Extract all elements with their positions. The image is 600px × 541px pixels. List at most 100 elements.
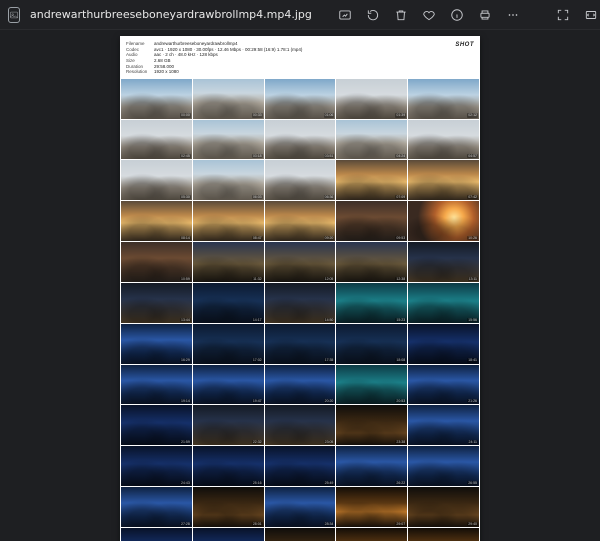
thumbnail: 12:05 — [265, 242, 336, 282]
thumbnail: 23:05 — [265, 405, 336, 445]
thumbnail: 03:18 — [193, 120, 264, 160]
thumbnail: 12:38 — [336, 242, 407, 282]
thumbnail: 24:43 — [121, 446, 192, 486]
thumbnail: 25:49 — [265, 446, 336, 486]
delete-button[interactable] — [388, 2, 414, 28]
thumbnail-timecode: 10:59 — [180, 277, 191, 281]
thumbnail: 15:23 — [336, 283, 407, 323]
thumbnail-timecode: 25:49 — [324, 481, 335, 485]
thumbnail: 11:32 — [193, 242, 264, 282]
fullscreen-button[interactable] — [550, 2, 576, 28]
thumbnail-timecode: 17:35 — [324, 358, 335, 362]
thumbnail: 04:57 — [408, 120, 479, 160]
toolbar-view-group: 40% — [550, 2, 600, 28]
print-button[interactable] — [472, 2, 498, 28]
thumbnail-timecode: 18:08 — [395, 358, 406, 362]
thumbnail: 14:17 — [193, 283, 264, 323]
thumbnail-timecode: 25:16 — [252, 481, 263, 485]
thumbnail: 20:20 — [265, 365, 336, 405]
thumbnail: 09:53 — [336, 201, 407, 241]
thumbnail-timecode: 24:11 — [468, 440, 479, 444]
thumbnail-timecode: 29:40 — [467, 522, 478, 526]
thumbnail-timecode: 28:34 — [324, 522, 335, 526]
thumbnail: 28:01 — [193, 487, 264, 527]
thumbnail: 02:12 — [408, 79, 479, 119]
thumbnail: 22:32 — [193, 405, 264, 445]
thumbnail-timecode: 22:32 — [252, 440, 263, 444]
thumbnail-timecode: 21:26 — [467, 399, 478, 403]
thumbnail: 29:40 — [408, 487, 479, 527]
thumbnail: 18:41 — [408, 324, 479, 364]
thumbnail: 14:50 — [265, 283, 336, 323]
thumbnail-timecode: 06:36 — [324, 195, 335, 199]
thumbnail-timecode: 19:47 — [252, 399, 263, 403]
thumbnail: 15:56 — [408, 283, 479, 323]
fit-button[interactable] — [578, 2, 600, 28]
viewport[interactable]: Filenameandrewarthurbreeseboneyardrawbro… — [0, 30, 600, 541]
thumbnail-timecode: 02:12 — [467, 113, 478, 117]
thumbnail-timecode: 08:47 — [252, 236, 263, 240]
info-button[interactable] — [444, 2, 470, 28]
thumbnail: 00:00 — [121, 79, 192, 119]
thumbnail: 25:16 — [193, 446, 264, 486]
thumbnail-timecode: 12:05 — [324, 277, 335, 281]
thumbnail: 29:07 — [336, 487, 407, 527]
meta-row: Resolution1920 x 1080 — [126, 69, 449, 75]
thumbnail-timecode: 10:26 — [467, 236, 478, 240]
favorite-button[interactable] — [416, 2, 442, 28]
thumbnail-timecode: 04:57 — [467, 154, 478, 158]
thumbnail-timecode: 08:14 — [180, 236, 191, 240]
thumbnail: 19:14 — [121, 365, 192, 405]
filename: andrewarthurbreeseboneyardrawbrollmp4.mp… — [30, 8, 312, 21]
thumbnail-timecode: 11:32 — [252, 277, 263, 281]
thumbnail-timecode: 07:42 — [467, 195, 478, 199]
thumbnail: 26:55 — [408, 446, 479, 486]
meta-key: Resolution — [126, 69, 150, 75]
thumbnail-timecode: 00:33 — [252, 113, 263, 117]
thumbnail: 00:33 — [193, 79, 264, 119]
contact-sheet: Filenameandrewarthurbreeseboneyardrawbro… — [120, 36, 480, 541]
thumbnail-timecode: 14:50 — [324, 318, 335, 322]
thumbnail: 02:45 — [121, 120, 192, 160]
thumbnail-timecode: 29:07 — [395, 522, 406, 526]
rotate-button[interactable] — [360, 2, 386, 28]
thumbnail-timecode: 21:59 — [180, 440, 191, 444]
app-icon — [8, 7, 20, 23]
thumbnail: 29:58 — [408, 528, 479, 541]
thumbnail: 21:26 — [408, 365, 479, 405]
thumbnail-timecode: 23:38 — [395, 440, 406, 444]
thumbnail-timecode: 03:18 — [252, 154, 263, 158]
thumbnail: 21:59 — [121, 405, 192, 445]
meta-block: Filenameandrewarthurbreeseboneyardrawbro… — [126, 41, 449, 75]
thumbnail: 24:11 — [408, 405, 479, 445]
thumbnail-timecode: 13:44 — [180, 318, 191, 322]
thumbnail: 05:30 — [121, 160, 192, 200]
thumbnail-timecode: 07:09 — [395, 195, 406, 199]
thumbnail: 16:29 — [121, 324, 192, 364]
thumbnail-timecode: 16:29 — [180, 358, 191, 362]
thumbnail-timecode: 15:56 — [467, 318, 478, 322]
thumbnail: 08:14 — [121, 201, 192, 241]
thumbnail-timecode: 04:24 — [395, 154, 406, 158]
toolbar-edit-group — [332, 2, 526, 28]
more-button[interactable] — [500, 2, 526, 28]
thumbnail-timecode: 03:51 — [324, 154, 335, 158]
edit-image-button[interactable] — [332, 2, 358, 28]
thumbnail: 29:52 — [265, 528, 336, 541]
thumbnail: 07:42 — [408, 160, 479, 200]
thumbnail-timecode: 26:55 — [467, 481, 478, 485]
thumbnail: 08:47 — [193, 201, 264, 241]
thumbnail: 13:44 — [121, 283, 192, 323]
thumbnail-timecode: 19:14 — [180, 399, 191, 403]
thumbnail: 10:26 — [408, 201, 479, 241]
thumbnail: 07:09 — [336, 160, 407, 200]
sheet-logo: SHOT — [455, 41, 474, 50]
thumbnail-timecode: 12:38 — [395, 277, 406, 281]
thumbnail: 13:11 — [408, 242, 479, 282]
thumbnail: 01:39 — [336, 79, 407, 119]
sheet-header: Filenameandrewarthurbreeseboneyardrawbro… — [120, 36, 480, 79]
thumbnail: 17:02 — [193, 324, 264, 364]
thumbnail: 26:22 — [336, 446, 407, 486]
thumbnail-timecode: 26:22 — [395, 481, 406, 485]
thumbnail: 04:24 — [336, 120, 407, 160]
